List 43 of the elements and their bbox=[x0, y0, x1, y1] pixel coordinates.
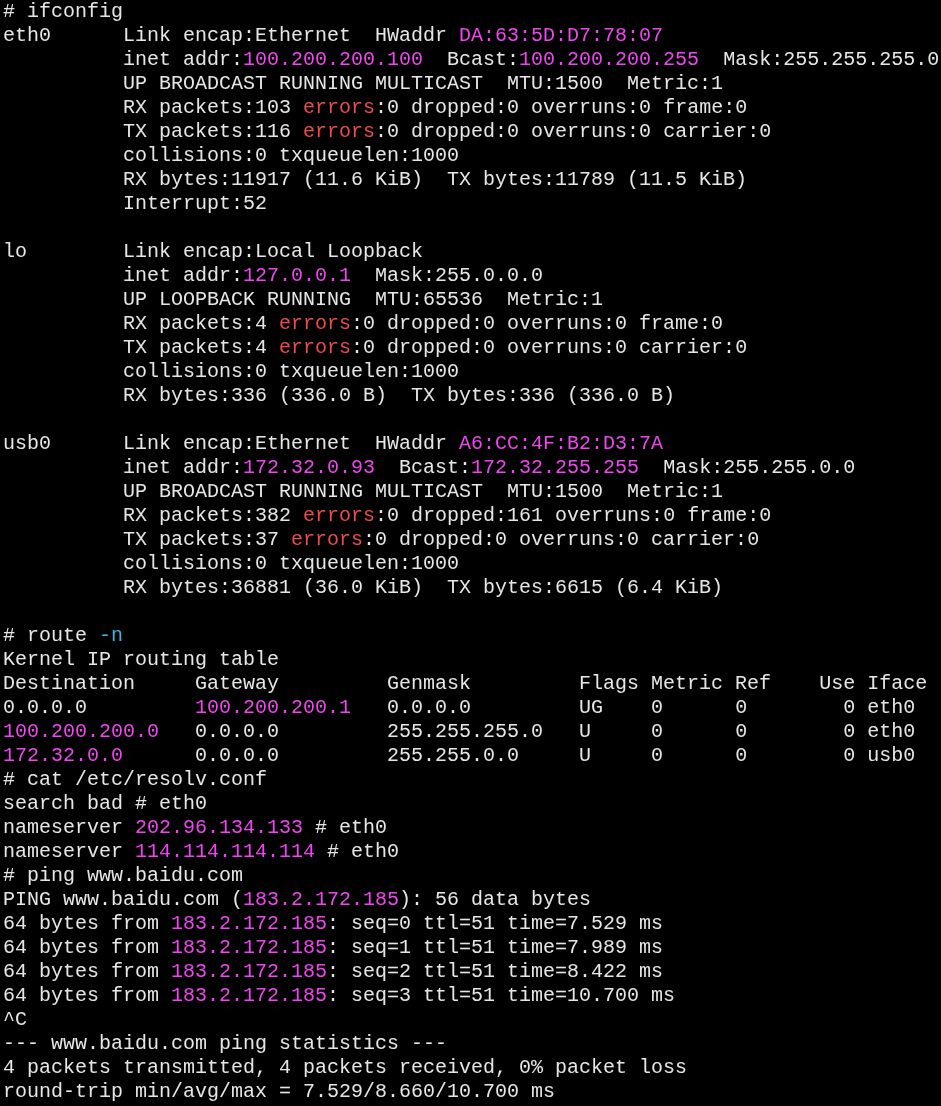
terminal-line: UP BROADCAST RUNNING MULTICAST MTU:1500 Metric:1 bbox=[122, 72, 724, 95]
terminal-line: RX packets:103 errors:0 dropped:0 overruns:0 frame:0 bbox=[122, 96, 748, 119]
terminal-line: # ifconfig bbox=[3, 0, 124, 23]
terminal-line: # cat /etc/resolv.conf bbox=[3, 768, 268, 791]
terminal-line: 172.32.0.0 0.0.0.0 255.255.0.0 U 0 0 0 usb0 bbox=[3, 744, 916, 767]
terminal-line: RX bytes:36881 (36.0 KiB) TX bytes:6615 (6.4 KiB) bbox=[122, 576, 724, 599]
terminal-line: # ping www.baidu.com bbox=[3, 864, 244, 887]
terminal-line: TX packets:4 errors:0 dropped:0 overruns:0 carrier:0 bbox=[122, 336, 748, 359]
terminal-line: collisions:0 txqueuelen:1000 bbox=[122, 144, 460, 167]
terminal-line: inet addr:127.0.0.1 Mask:255.0.0.0 bbox=[122, 264, 544, 287]
terminal-line: TX packets:116 errors:0 dropped:0 overruns:0 carrier:0 bbox=[122, 120, 772, 143]
terminal-line: eth0 Link encap:Ethernet HWaddr DA:63:5D:D7:78:07 bbox=[3, 24, 664, 47]
terminal-line: collisions:0 txqueuelen:1000 bbox=[122, 552, 460, 575]
terminal-line: TX packets:37 errors:0 dropped:0 overruns:0 carrier:0 bbox=[122, 528, 760, 551]
terminal-line: Destination Gateway Genmask Flags Metric Ref Use Iface bbox=[3, 672, 928, 695]
terminal-line: usb0 Link encap:Ethernet HWaddr A6:CC:4F:B2:D3:7A bbox=[3, 432, 664, 455]
terminal-line: UP BROADCAST RUNNING MULTICAST MTU:1500 Metric:1 bbox=[122, 480, 724, 503]
terminal-line: 100.200.200.0 0.0.0.0 255.255.255.0 U 0 0 0 eth0 bbox=[3, 720, 916, 743]
terminal-line: inet addr:100.200.200.100 Bcast:100.200.200.255 Mask:255.255.255.0 bbox=[122, 48, 940, 71]
terminal-line: Interrupt:52 bbox=[122, 192, 268, 215]
terminal-line: round-trip min/avg/max = 7.529/8.660/10.700 ms bbox=[3, 1080, 556, 1103]
terminal-line: 4 packets transmitted, 4 packets received, 0% packet loss bbox=[3, 1056, 688, 1079]
terminal-line: --- www.baidu.com ping statistics --- bbox=[3, 1032, 448, 1055]
terminal-line: 64 bytes from 183.2.172.185: seq=3 ttl=51 time=10.700 ms bbox=[3, 984, 676, 1007]
terminal-line: ^C bbox=[3, 1008, 27, 1031]
terminal-line: 0.0.0.0 100.200.200.1 0.0.0.0 UG 0 0 0 eth0 bbox=[3, 696, 916, 719]
terminal-line: RX packets:382 errors:0 dropped:161 overruns:0 frame:0 bbox=[122, 504, 772, 527]
terminal-line: # route -n bbox=[3, 624, 124, 647]
terminal-line: collisions:0 txqueuelen:1000 bbox=[122, 360, 460, 383]
terminal-line: RX bytes:11917 (11.6 KiB) TX bytes:11789 (11.5 KiB) bbox=[122, 168, 748, 191]
terminal-line: lo Link encap:Local Loopback bbox=[3, 240, 424, 263]
terminal-line: 64 bytes from 183.2.172.185: seq=0 ttl=51 time=7.529 ms bbox=[3, 912, 664, 935]
terminal-line: RX bytes:336 (336.0 B) TX bytes:336 (336.0 B) bbox=[122, 384, 676, 407]
terminal-line: nameserver 202.96.134.133 # eth0 bbox=[3, 816, 388, 839]
terminal-line: inet addr:172.32.0.93 Bcast:172.32.255.255 Mask:255.255.0.0 bbox=[122, 456, 856, 479]
terminal-line: Kernel IP routing table bbox=[3, 648, 280, 671]
terminal-line: nameserver 114.114.114.114 # eth0 bbox=[3, 840, 400, 863]
terminal-line: RX packets:4 errors:0 dropped:0 overruns:0 frame:0 bbox=[122, 312, 724, 335]
terminal-line: 64 bytes from 183.2.172.185: seq=2 ttl=51 time=8.422 ms bbox=[3, 960, 664, 983]
terminal-line: 64 bytes from 183.2.172.185: seq=1 ttl=51 time=7.989 ms bbox=[3, 936, 664, 959]
terminal-line: UP LOOPBACK RUNNING MTU:65536 Metric:1 bbox=[122, 288, 604, 311]
terminal-line: search bad # eth0 bbox=[3, 792, 208, 815]
terminal-line: PING www.baidu.com (183.2.172.185): 56 data bytes bbox=[3, 888, 592, 911]
